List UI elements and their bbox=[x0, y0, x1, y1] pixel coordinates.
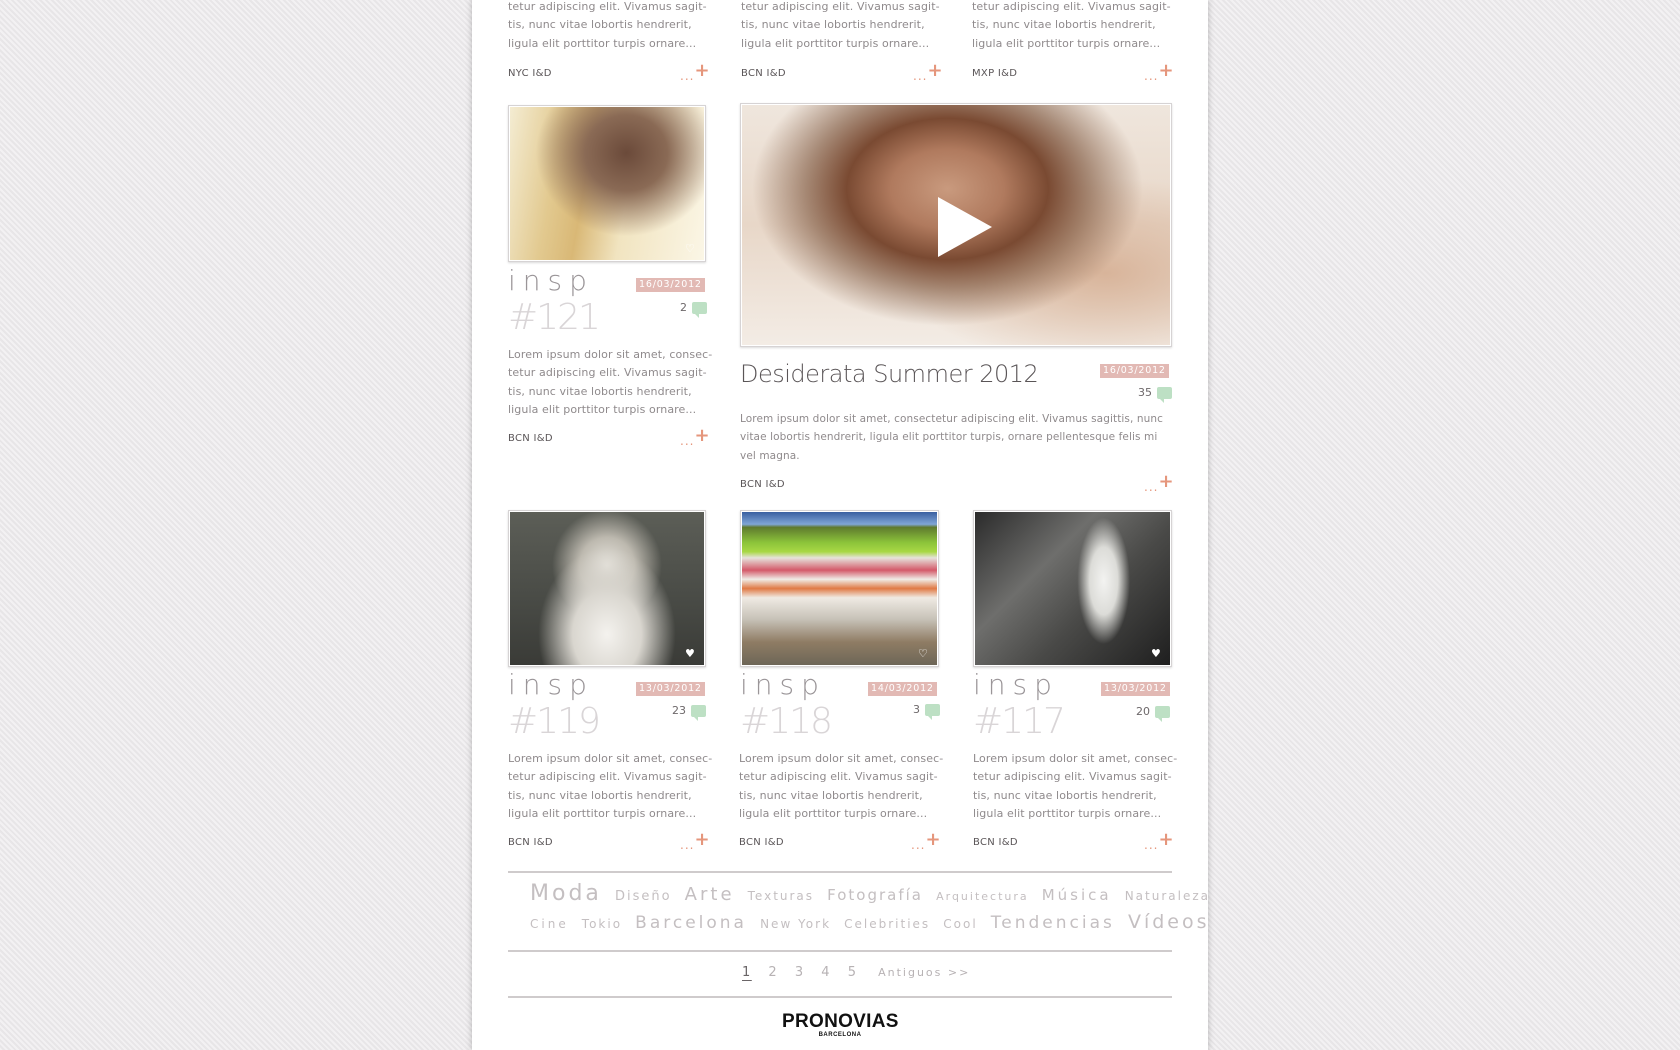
heart-icon[interactable]: ♥ bbox=[685, 648, 696, 659]
pagination: 1 2 3 4 5 Antiguos >> bbox=[742, 965, 981, 980]
page-link[interactable]: 4 bbox=[821, 965, 831, 980]
page-link[interactable]: 5 bbox=[848, 965, 858, 980]
plus-icon: + bbox=[694, 60, 711, 81]
post-number: #119 bbox=[508, 701, 601, 742]
read-more-link[interactable]: ...+ bbox=[680, 425, 711, 450]
post-date-badge: 16/03/2012 bbox=[1100, 364, 1169, 378]
post-kind: insp bbox=[508, 668, 594, 701]
comment-count[interactable]: 20 bbox=[1136, 705, 1170, 722]
post-location: BCN I&D bbox=[741, 68, 786, 79]
post-date-badge: 14/03/2012 bbox=[868, 682, 937, 696]
page-link[interactable]: 2 bbox=[768, 965, 778, 980]
page-link-current[interactable]: 1 bbox=[742, 965, 752, 980]
plus-icon: + bbox=[694, 829, 711, 850]
read-more-link[interactable]: ...+ bbox=[1144, 471, 1175, 496]
comment-bubble-icon bbox=[1157, 386, 1172, 403]
post-date-badge: 16/03/2012 bbox=[636, 278, 705, 292]
post-kind: insp bbox=[740, 668, 826, 701]
tag-link[interactable]: Fotografía bbox=[827, 886, 923, 904]
tag-link[interactable]: Naturaleza bbox=[1125, 889, 1210, 903]
read-more-link[interactable]: ...+ bbox=[913, 60, 944, 85]
post-thumbnail[interactable]: ♡ bbox=[508, 105, 706, 262]
post-excerpt: tetur adipiscing elit. Vivamus sagit-tis… bbox=[508, 0, 707, 50]
plus-icon: + bbox=[925, 829, 942, 850]
tag-link[interactable]: Música bbox=[1042, 886, 1112, 904]
heart-icon[interactable]: ♥ bbox=[1151, 648, 1162, 659]
tag-link[interactable]: Vídeos bbox=[1128, 911, 1210, 933]
tag-link[interactable]: Arquitectura bbox=[936, 890, 1029, 903]
page-link[interactable]: 3 bbox=[795, 965, 805, 980]
plus-icon: + bbox=[1158, 471, 1175, 492]
read-more-link[interactable]: ...+ bbox=[680, 60, 711, 85]
brand-name: PRONOVIAS bbox=[782, 1011, 899, 1032]
older-posts-link[interactable]: Antiguos >> bbox=[878, 966, 970, 979]
post-location: BCN I&D bbox=[508, 837, 553, 848]
tag-cloud: Moda Diseño Arte Texturas Fotografía Arq… bbox=[530, 881, 1208, 941]
tag-link[interactable]: Arte bbox=[685, 884, 735, 905]
post-kind: insp bbox=[508, 264, 594, 297]
tag-link[interactable]: Cool bbox=[943, 917, 977, 931]
post-number: #118 bbox=[740, 701, 833, 742]
tag-link[interactable]: New York bbox=[760, 917, 831, 931]
post-kind: insp bbox=[973, 668, 1059, 701]
heart-icon[interactable]: ♡ bbox=[685, 243, 696, 254]
tag-link[interactable]: Diseño bbox=[615, 889, 672, 904]
post-location: BCN I&D bbox=[740, 479, 785, 490]
tag-link[interactable]: Moda bbox=[530, 881, 602, 906]
content-page: tetur adipiscing elit. Vivamus sagit-tis… bbox=[472, 0, 1208, 1050]
plus-icon: + bbox=[694, 425, 711, 446]
post-location: NYC I&D bbox=[508, 68, 552, 79]
post-date-badge: 13/03/2012 bbox=[1101, 682, 1170, 696]
plus-icon: + bbox=[1158, 60, 1175, 81]
featured-title[interactable]: Desiderata Summer 2012 bbox=[740, 360, 1039, 388]
read-more-link[interactable]: ...+ bbox=[911, 829, 942, 854]
post-excerpt: Lorem ipsum dolor sit amet, consec-tetur… bbox=[973, 752, 1178, 820]
tag-link[interactable]: Tendencias bbox=[991, 913, 1115, 933]
post-number: #121 bbox=[508, 297, 601, 338]
divider bbox=[508, 871, 1172, 873]
post-location: BCN I&D bbox=[508, 433, 553, 444]
comment-count[interactable]: 23 bbox=[672, 704, 706, 721]
featured-excerpt: Lorem ipsum dolor sit amet, consectetur … bbox=[740, 413, 1164, 462]
tag-link[interactable]: Texturas bbox=[748, 889, 814, 903]
brand-subtitle: BARCELONA bbox=[818, 1032, 862, 1038]
post-thumbnail[interactable]: ♥ bbox=[508, 510, 706, 667]
divider bbox=[508, 950, 1172, 952]
post-location: BCN I&D bbox=[973, 837, 1018, 848]
comment-count[interactable]: 35 bbox=[1138, 386, 1172, 403]
comment-count[interactable]: 2 bbox=[680, 301, 707, 318]
read-more-link[interactable]: ...+ bbox=[1144, 60, 1175, 85]
post-excerpt: tetur adipiscing elit. Vivamus sagit-tis… bbox=[741, 0, 940, 50]
post-date-badge: 13/03/2012 bbox=[636, 682, 705, 696]
comment-bubble-icon bbox=[1155, 705, 1170, 722]
comment-count[interactable]: 3 bbox=[913, 703, 940, 720]
post-excerpt: Lorem ipsum dolor sit amet, consec-tetur… bbox=[508, 348, 713, 416]
post-location: MXP I&D bbox=[972, 68, 1018, 79]
brand-logo[interactable]: PRONOVIAS BARCELONA bbox=[782, 1011, 899, 1039]
comment-bubble-icon bbox=[691, 704, 706, 721]
play-icon[interactable] bbox=[934, 195, 994, 259]
divider bbox=[508, 996, 1172, 998]
tag-link[interactable]: Barcelona bbox=[635, 913, 747, 933]
post-excerpt: Lorem ipsum dolor sit amet, consec-tetur… bbox=[508, 752, 713, 820]
post-thumbnail[interactable]: ♡ bbox=[740, 510, 939, 667]
post-excerpt: tetur adipiscing elit. Vivamus sagit-tis… bbox=[972, 0, 1171, 50]
read-more-link[interactable]: ...+ bbox=[1144, 829, 1175, 854]
post-thumbnail[interactable]: ♥ bbox=[973, 510, 1172, 667]
plus-icon: + bbox=[1158, 829, 1175, 850]
heart-icon[interactable]: ♡ bbox=[918, 648, 929, 659]
post-excerpt: Lorem ipsum dolor sit amet, consec-tetur… bbox=[739, 752, 944, 820]
comment-bubble-icon bbox=[925, 703, 940, 720]
featured-video[interactable] bbox=[740, 103, 1172, 347]
tag-link[interactable]: Celebrities bbox=[844, 917, 930, 931]
post-location: BCN I&D bbox=[739, 837, 784, 848]
read-more-link[interactable]: ...+ bbox=[680, 829, 711, 854]
post-number: #117 bbox=[973, 701, 1066, 742]
plus-icon: + bbox=[927, 60, 944, 81]
comment-bubble-icon bbox=[692, 301, 707, 318]
tag-link[interactable]: Tokio bbox=[582, 917, 622, 931]
tag-link[interactable]: Cine bbox=[530, 917, 569, 931]
